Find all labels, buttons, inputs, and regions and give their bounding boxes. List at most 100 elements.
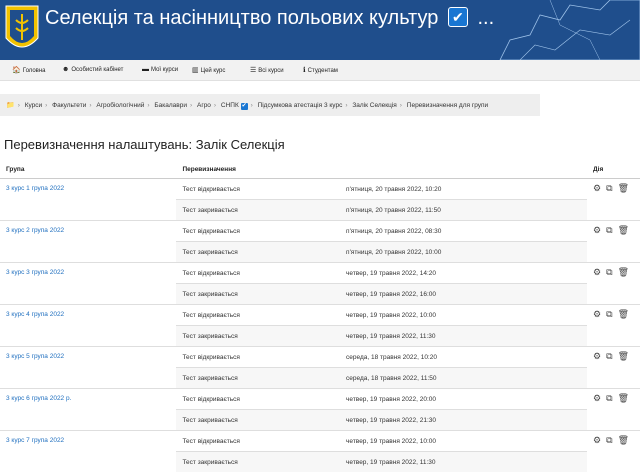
group-link[interactable]: 3 курс 7 група 2022 [0, 431, 176, 472]
group-link[interactable]: 3 курс 2 група 2022 [0, 221, 176, 263]
row-actions: ⚙ ⧉ 🗑 [587, 431, 640, 472]
row-actions: ⚙ ⧉ 🗑 [587, 221, 640, 263]
group-column-header: Група [0, 160, 176, 179]
gear-icon[interactable]: ⚙ [593, 393, 601, 403]
trash-icon[interactable]: 🗑 [618, 183, 629, 193]
copy-icon[interactable]: ⧉ [606, 225, 612, 235]
copy-icon[interactable]: ⧉ [606, 267, 612, 277]
table-row: 3 курс 2 група 2022Тест відкриваєтьсяп'я… [0, 221, 640, 242]
breadcrumb-item[interactable]: СНПК [221, 102, 239, 109]
site-title-suffix: ... [477, 7, 494, 29]
override-value: п'ятниця, 20 травня 2022, 10:20 [340, 179, 587, 200]
checkbox-icon: ✔ [448, 7, 468, 27]
nav-this-course-label: Цей курс [201, 68, 226, 74]
breadcrumb-current: Перевизначення для групи [407, 102, 488, 109]
row-actions: ⚙ ⧉ 🗑 [587, 347, 640, 389]
checkbox-icon: ✔ [241, 103, 248, 110]
trash-icon[interactable]: 🗑 [618, 435, 629, 445]
nav-students-label: Студентам [308, 68, 338, 74]
group-link[interactable]: 3 курс 1 група 2022 [0, 179, 176, 221]
nav-my-courses[interactable]: ▬Мої курси [142, 66, 178, 73]
trash-icon[interactable]: 🗑 [618, 351, 629, 361]
copy-icon[interactable]: ⧉ [606, 183, 612, 193]
breadcrumb-item[interactable]: Агробіологічний [96, 102, 144, 109]
breadcrumb-item[interactable]: Бакалаври [154, 102, 187, 109]
override-label: Тест закривається [176, 452, 340, 472]
chart-icon: ▥ [192, 67, 199, 74]
override-label: Тест відкривається [176, 263, 340, 284]
override-label: Тест відкривається [176, 221, 340, 242]
breadcrumb-item[interactable]: Залік Селекція [352, 102, 396, 109]
courses-icon: ▬ [142, 66, 149, 73]
actions-column-header: Дія [587, 160, 640, 179]
home-icon: 🏠 [12, 67, 21, 74]
gear-icon[interactable]: ⚙ [593, 267, 601, 277]
gear-icon[interactable]: ⚙ [593, 183, 601, 193]
table-row: 3 курс 4 група 2022Тест відкриваєтьсячет… [0, 305, 640, 326]
nav-dashboard-label: Особистий кабінет [71, 67, 123, 73]
table-row: 3 курс 5 група 2022Тест відкриваєтьсясер… [0, 347, 640, 368]
nav-home-label: Головна [23, 68, 46, 74]
override-value: четвер, 19 травня 2022, 11:30 [340, 452, 587, 472]
override-label: Тест закривається [176, 284, 340, 305]
group-link[interactable]: 3 курс 4 група 2022 [0, 305, 176, 347]
nav-all-courses[interactable]: ☰Всі курси [250, 66, 284, 74]
override-label: Тест відкривається [176, 431, 340, 452]
override-value: четвер, 19 травня 2022, 20:00 [340, 389, 587, 410]
overrides-column-header: Перевизначення [176, 160, 340, 179]
trash-icon[interactable]: 🗑 [618, 393, 629, 403]
row-actions: ⚙ ⧉ 🗑 [587, 389, 640, 431]
override-value: п'ятниця, 20 травня 2022, 08:30 [340, 221, 587, 242]
list-icon: ☰ [250, 67, 256, 74]
override-value: четвер, 19 травня 2022, 11:30 [340, 326, 587, 347]
breadcrumb-item[interactable]: Факультети [52, 102, 86, 109]
site-title-text: Селекція та насінництво польових культур [45, 7, 438, 29]
row-actions: ⚙ ⧉ 🗑 [587, 179, 640, 221]
top-navigation: 🏠Головна ☻Особистий кабінет ▬Мої курси ▥… [0, 60, 640, 81]
copy-icon[interactable]: ⧉ [606, 351, 612, 361]
trash-icon[interactable]: 🗑 [618, 309, 629, 319]
copy-icon[interactable]: ⧉ [606, 435, 612, 445]
group-link[interactable]: 3 курс 3 група 2022 [0, 263, 176, 305]
group-link[interactable]: 3 курс 6 група 2022 р. [0, 389, 176, 431]
breadcrumb-item[interactable]: Курси [25, 102, 42, 109]
gear-icon[interactable]: ⚙ [593, 351, 601, 361]
trash-icon[interactable]: 🗑 [618, 267, 629, 277]
override-value: п'ятниця, 20 травня 2022, 11:50 [340, 200, 587, 221]
gear-icon[interactable]: ⚙ [593, 435, 601, 445]
breadcrumb: 📁› Курси› Факультети› Агробіологічний› Б… [0, 94, 540, 116]
site-title[interactable]: Селекція та насінництво польових культур… [45, 7, 494, 30]
gear-icon[interactable]: ⚙ [593, 309, 601, 319]
override-label: Тест закривається [176, 200, 340, 221]
table-row: 3 курс 3 група 2022Тест відкриваєтьсячет… [0, 263, 640, 284]
override-value: четвер, 19 травня 2022, 16:00 [340, 284, 587, 305]
override-label: Тест закривається [176, 242, 340, 263]
override-label: Тест відкривається [176, 389, 340, 410]
nav-my-courses-label: Мої курси [151, 67, 178, 73]
table-row: 3 курс 1 група 2022Тест відкриваєтьсяп'я… [0, 179, 640, 200]
dashboard-icon: ☻ [62, 66, 69, 73]
override-label: Тест відкривається [176, 305, 340, 326]
override-value: четвер, 19 травня 2022, 14:20 [340, 263, 587, 284]
breadcrumb-item[interactable]: Агро [197, 102, 211, 109]
trash-icon[interactable]: 🗑 [618, 225, 629, 235]
override-value: середа, 18 травня 2022, 11:50 [340, 368, 587, 389]
gear-icon[interactable]: ⚙ [593, 225, 601, 235]
override-label: Тест закривається [176, 368, 340, 389]
nav-this-course[interactable]: ▥Цей курс [192, 66, 225, 74]
override-value: четвер, 19 травня 2022, 10:00 [340, 305, 587, 326]
override-value: четвер, 19 травня 2022, 21:30 [340, 410, 587, 431]
copy-icon[interactable]: ⧉ [606, 309, 612, 319]
row-actions: ⚙ ⧉ 🗑 [587, 263, 640, 305]
nav-home[interactable]: 🏠Головна [12, 66, 46, 74]
nav-students[interactable]: ℹСтудентам [303, 66, 338, 74]
page-title: Перевизначення налаштувань: Залік Селекц… [4, 137, 285, 152]
override-value: середа, 18 травня 2022, 10:20 [340, 347, 587, 368]
nav-dashboard[interactable]: ☻Особистий кабінет [62, 66, 123, 73]
group-link[interactable]: 3 курс 5 група 2022 [0, 347, 176, 389]
override-value: четвер, 19 травня 2022, 10:00 [340, 431, 587, 452]
breadcrumb-item[interactable]: Підсумкова атестація 3 курс [258, 102, 343, 109]
override-label: Тест відкривається [176, 179, 340, 200]
copy-icon[interactable]: ⧉ [606, 393, 612, 403]
row-actions: ⚙ ⧉ 🗑 [587, 305, 640, 347]
